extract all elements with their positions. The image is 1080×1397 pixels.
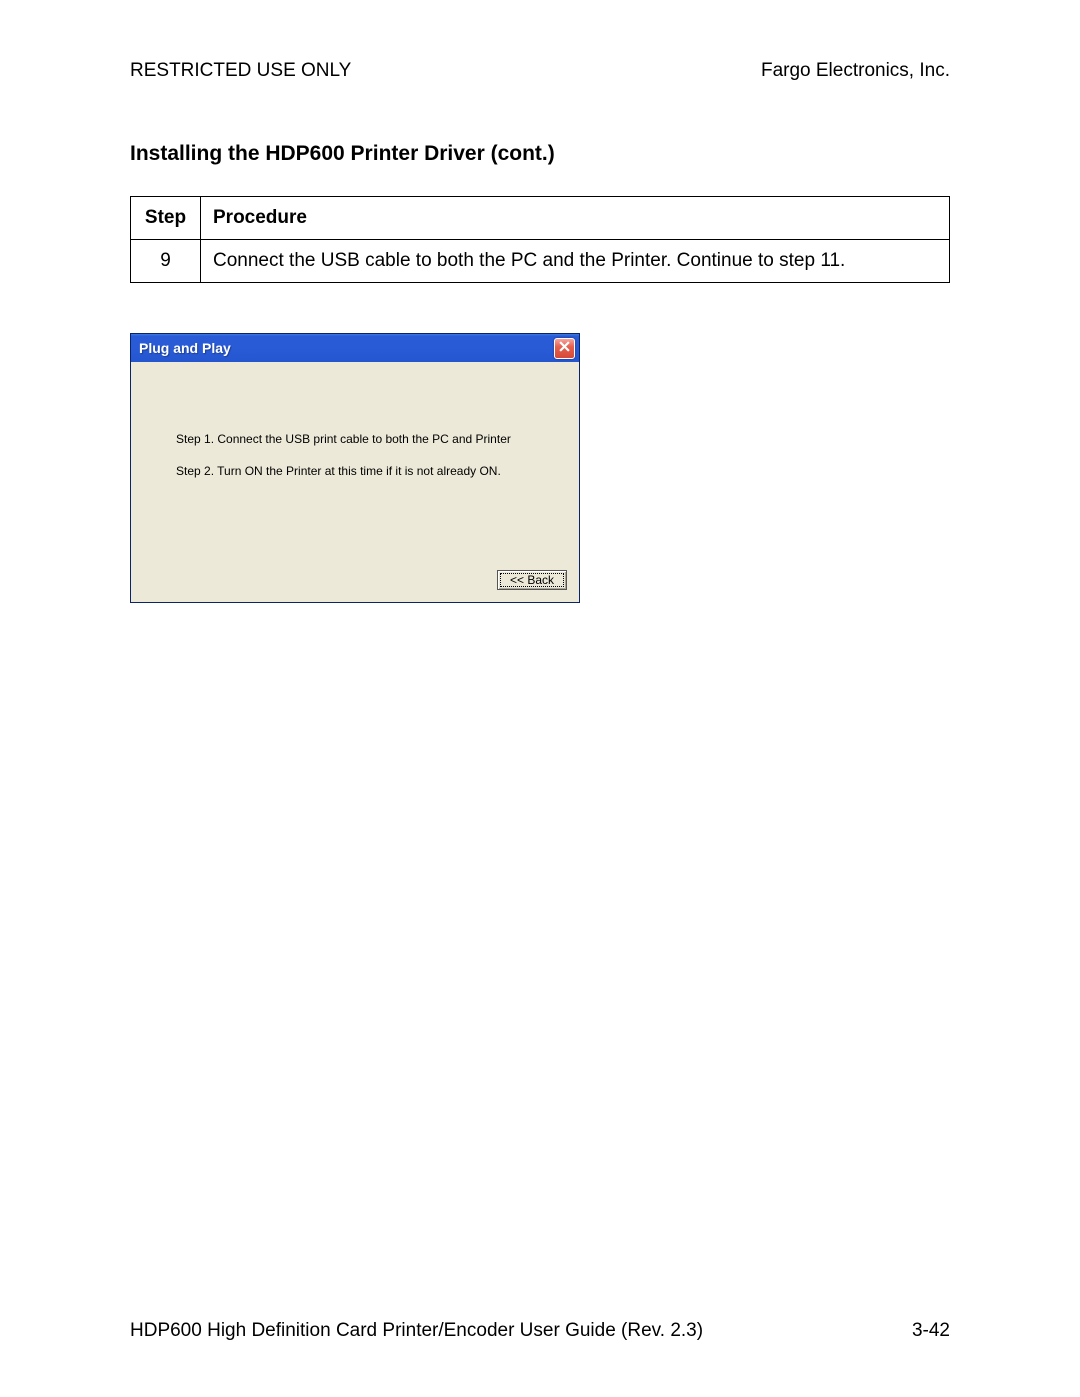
footer-right: 3-42 bbox=[912, 1320, 950, 1342]
procedure-table: Step Procedure 9 Connect the USB cable t… bbox=[130, 196, 950, 283]
back-button[interactable]: << Back bbox=[497, 570, 567, 590]
dialog-titlebar[interactable]: Plug and Play bbox=[131, 334, 579, 362]
table-header-row: Step Procedure bbox=[131, 197, 950, 240]
dialog-step-2: Step 2. Turn ON the Printer at this time… bbox=[176, 464, 549, 478]
close-button[interactable] bbox=[554, 338, 575, 359]
dialog-title: Plug and Play bbox=[139, 340, 231, 356]
cell-procedure: Connect the USB cable to both the PC and… bbox=[201, 240, 950, 283]
footer-left: HDP600 High Definition Card Printer/Enco… bbox=[130, 1320, 703, 1342]
header-right: Fargo Electronics, Inc. bbox=[761, 60, 950, 82]
header-left: RESTRICTED USE ONLY bbox=[130, 60, 351, 82]
cell-step: 9 bbox=[131, 240, 201, 283]
page-footer: HDP600 High Definition Card Printer/Enco… bbox=[130, 1320, 950, 1342]
dialog-step-1: Step 1. Connect the USB print cable to b… bbox=[176, 432, 549, 446]
close-icon bbox=[559, 339, 570, 357]
dialog-footer: << Back bbox=[131, 562, 579, 602]
col-procedure: Procedure bbox=[201, 197, 950, 240]
section-title: Installing the HDP600 Printer Driver (co… bbox=[130, 142, 950, 166]
dialog-body: Step 1. Connect the USB print cable to b… bbox=[131, 362, 579, 562]
table-row: 9 Connect the USB cable to both the PC a… bbox=[131, 240, 950, 283]
col-step: Step bbox=[131, 197, 201, 240]
page-header: RESTRICTED USE ONLY Fargo Electronics, I… bbox=[130, 60, 950, 82]
plug-and-play-dialog: Plug and Play Step 1. Connect the USB pr… bbox=[130, 333, 580, 603]
